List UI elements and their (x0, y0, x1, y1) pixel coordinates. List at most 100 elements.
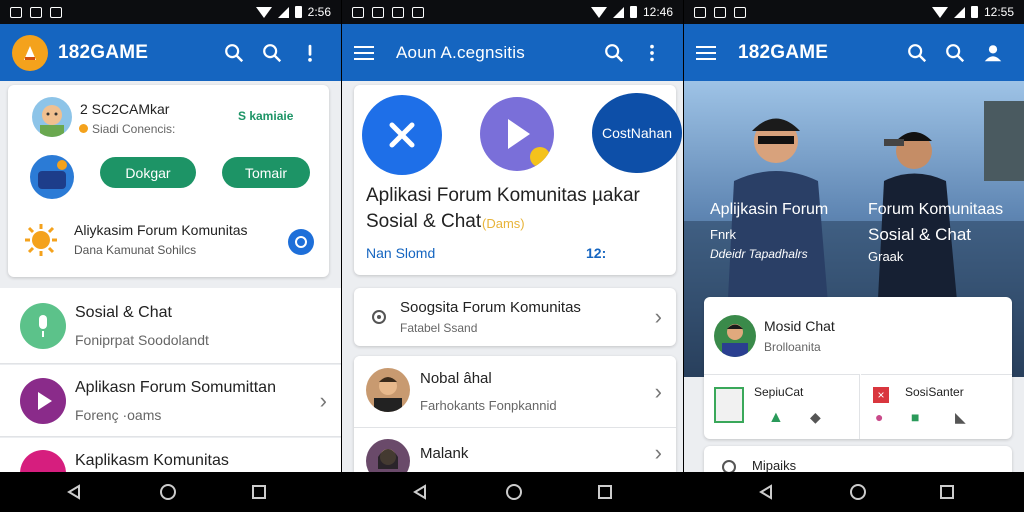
chat-bubble-icon[interactable] (288, 229, 314, 255)
back-icon[interactable] (758, 484, 774, 505)
home-icon[interactable] (160, 484, 176, 500)
primary-right-button[interactable]: Tomair (222, 157, 310, 188)
hero-title-tag: (Dams) (482, 216, 525, 231)
battery-icon (294, 6, 302, 18)
menu-icon[interactable] (696, 42, 716, 64)
back-icon[interactable] (66, 484, 82, 505)
list-item[interactable]: Aplikasn Forum Somumittan Forenç ·oams › (0, 365, 341, 437)
tile-right[interactable]: × SosiSanter ● ■ ◣ (861, 374, 1012, 439)
list-item[interactable]: Nobal âhal Farhokants Fonpkannid › (354, 356, 676, 428)
notification-icon (714, 6, 726, 18)
notification-icon (412, 6, 424, 18)
hero-icon-label[interactable]: CostNahan (592, 93, 682, 173)
notification-icon (372, 6, 384, 18)
chevron-right-icon: › (654, 378, 662, 404)
list-item-title: Aplikasn Forum Somumittan (75, 379, 276, 396)
app-title: Aoun A.cegnsitis (396, 42, 525, 62)
list-item-subtitle: Farhokants Fonpkannid (420, 398, 557, 413)
avatar[interactable] (714, 315, 756, 357)
hero-card: CostNahan Aplikasi Forum Komunitas µakar… (354, 85, 682, 275)
hero-link[interactable]: Nan Slomd (366, 245, 435, 261)
play-icon[interactable] (480, 97, 554, 171)
tile-left[interactable]: SepiuCat ▲ ◆ (704, 374, 860, 439)
screen-3: 12:55 182GAME Aplijkasin Forum Fnrk Ddei… (684, 0, 1024, 472)
list-group: Nobal âhal Farhokants Fonpkannid › Malan… (354, 356, 676, 472)
flag-icon: ■ (911, 409, 920, 425)
profile-name: 2 SC2CAMkar (80, 101, 170, 117)
recents-icon[interactable] (940, 485, 954, 499)
game-icon[interactable] (30, 155, 74, 199)
list-item[interactable]: Soogsita Forum Komunitas Fatabel Ssand › (354, 288, 676, 346)
status-dot-icon (79, 124, 88, 133)
profile-action-link[interactable]: S kamiaie (238, 109, 293, 123)
list-item-title: Mipaiks (752, 458, 797, 472)
list-item[interactable]: Mipaiks (704, 446, 1012, 472)
status-time: 12:46 (642, 5, 673, 19)
chevron-right-icon: › (319, 387, 327, 413)
recents-icon[interactable] (252, 485, 266, 499)
search-icon[interactable] (936, 34, 974, 72)
app-bar: 182GAME (684, 24, 1024, 81)
search-icon[interactable] (253, 34, 291, 72)
banner-left-line3: Ddeidr Tapadhalrs (710, 247, 808, 261)
home-icon[interactable] (850, 484, 866, 500)
list-item[interactable]: Kaplikasm Komunitas (0, 438, 341, 472)
list-item[interactable]: Malank › (354, 429, 676, 472)
profile-card: 2 SC2CAMkar Siadi Conencis: S kamiaie Do… (8, 85, 329, 277)
signal-icon (277, 6, 289, 18)
app-title: 182GAME (738, 41, 829, 63)
avatar (366, 368, 410, 412)
signal-icon (953, 6, 965, 18)
avatar[interactable] (32, 97, 72, 137)
banner-left-title: Aplijkasin Forum (710, 201, 829, 218)
notification-icon (10, 6, 22, 18)
share-icon: ◣ (955, 409, 966, 425)
back-icon[interactable] (412, 484, 428, 505)
status-bar: 12:55 (684, 0, 1024, 24)
app-bar: Aoun A.cegnsitis (342, 24, 683, 81)
primary-left-button[interactable]: Dokgar (100, 157, 196, 188)
wifi-icon (255, 6, 272, 18)
chevron-right-icon: › (654, 439, 662, 465)
wifi-icon (931, 6, 948, 18)
app-title: 182GAME (58, 41, 149, 63)
tools-icon[interactable] (362, 95, 442, 175)
battery-icon (970, 6, 978, 18)
recents-icon[interactable] (598, 485, 612, 499)
hero-icon-text: CostNahan (601, 125, 673, 141)
list-item-title: Soogsita Forum Komunitas (400, 299, 581, 316)
status-bar: 2:56 (0, 0, 341, 24)
feature-title: Aliykasim Forum Komunitas (74, 222, 248, 238)
search-icon[interactable] (595, 34, 633, 72)
card-title: Mosid Chat (764, 318, 835, 334)
signal-icon (612, 6, 624, 18)
more-vert-icon[interactable] (633, 34, 671, 72)
banner-left-line2: Fnrk (710, 227, 736, 242)
list-item[interactable]: Sosial & Chat Foniprpat Soodolandt (0, 288, 341, 364)
system-navigation-bar (0, 472, 1024, 512)
play-icon (20, 378, 66, 424)
alert-icon[interactable] (291, 34, 329, 72)
search-icon[interactable] (215, 34, 253, 72)
sun-icon (24, 223, 58, 257)
profile-subtitle: Siadi Conencis: (92, 122, 176, 136)
photo-icon (714, 387, 744, 423)
home-icon[interactable] (506, 484, 522, 500)
bookmark-icon: ◆ (810, 409, 821, 425)
banner-right-line2: Sosial & Chat (868, 225, 971, 244)
hero-title-line2: Sosial & Chat (366, 211, 482, 232)
tile-left-label: SepiuCat (754, 385, 804, 399)
account-icon[interactable] (974, 34, 1012, 72)
app-icon (20, 450, 66, 472)
chat-card: Mosid Chat Brolloanita SepiuCat ▲ ◆ × So… (704, 297, 1012, 439)
list-item-title: Malank (420, 445, 469, 462)
home-icon: ▲ (768, 409, 784, 426)
screen-2: 12:46 Aoun A.cegnsitis CostNahan Aplikas… (342, 0, 683, 472)
status-time: 12:55 (983, 5, 1014, 19)
hero-count: 12: (586, 245, 607, 261)
app-bar: 182GAME (0, 24, 341, 81)
search-icon[interactable] (898, 34, 936, 72)
menu-icon[interactable] (354, 42, 374, 64)
app-logo-icon[interactable] (12, 34, 48, 71)
notification-icon (352, 6, 364, 18)
